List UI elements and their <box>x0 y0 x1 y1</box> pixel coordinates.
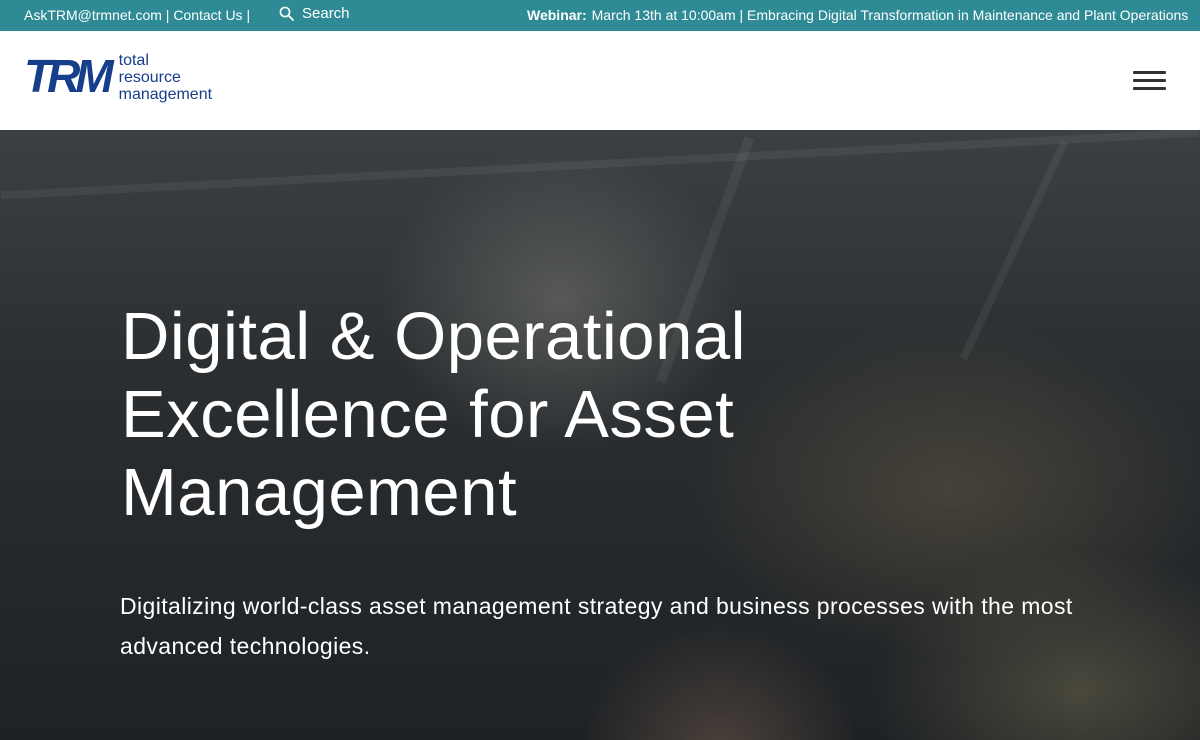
search-label: Search <box>302 5 350 22</box>
contact-us-link[interactable]: Contact Us <box>173 7 242 23</box>
search-button[interactable]: Search <box>279 5 350 22</box>
logo-wordmark: total resource management <box>119 52 212 103</box>
separator: | <box>161 7 174 23</box>
logo-line-resource: resource <box>118 69 181 86</box>
top-info-bar: AskTRM@trmnet.com | Contact Us | Search … <box>0 0 1200 31</box>
hero-subtitle: Digitalizing world-class asset managemen… <box>120 593 1073 659</box>
webinar-announcement[interactable]: Webinar: March 13th at 10:00am | Embracin… <box>527 7 1188 23</box>
hero-banner: Digital & Operational Excellence for Ass… <box>0 130 1200 740</box>
contact-links: AskTRM@trmnet.com | Contact Us | <box>24 7 250 23</box>
hamburger-menu-icon[interactable] <box>1133 71 1166 91</box>
logo-line-management: management <box>118 86 213 103</box>
background-ceiling-beam <box>959 139 1069 361</box>
webinar-label: Webinar: <box>527 7 587 23</box>
email-link[interactable]: AskTRM@trmnet.com <box>24 7 162 23</box>
trm-logo[interactable]: TRM total resource management <box>24 50 212 103</box>
logo-mark: TRM <box>24 50 114 102</box>
background-ceiling-beam <box>0 130 1200 200</box>
webinar-text: March 13th at 10:00am | Embracing Digita… <box>591 7 1189 23</box>
site-header: TRM total resource management <box>0 31 1200 130</box>
logo-line-total: total <box>118 52 149 69</box>
hero-title: Digital & Operational Excellence for Ass… <box>121 299 746 530</box>
separator: | <box>242 7 251 23</box>
search-icon <box>279 6 294 21</box>
